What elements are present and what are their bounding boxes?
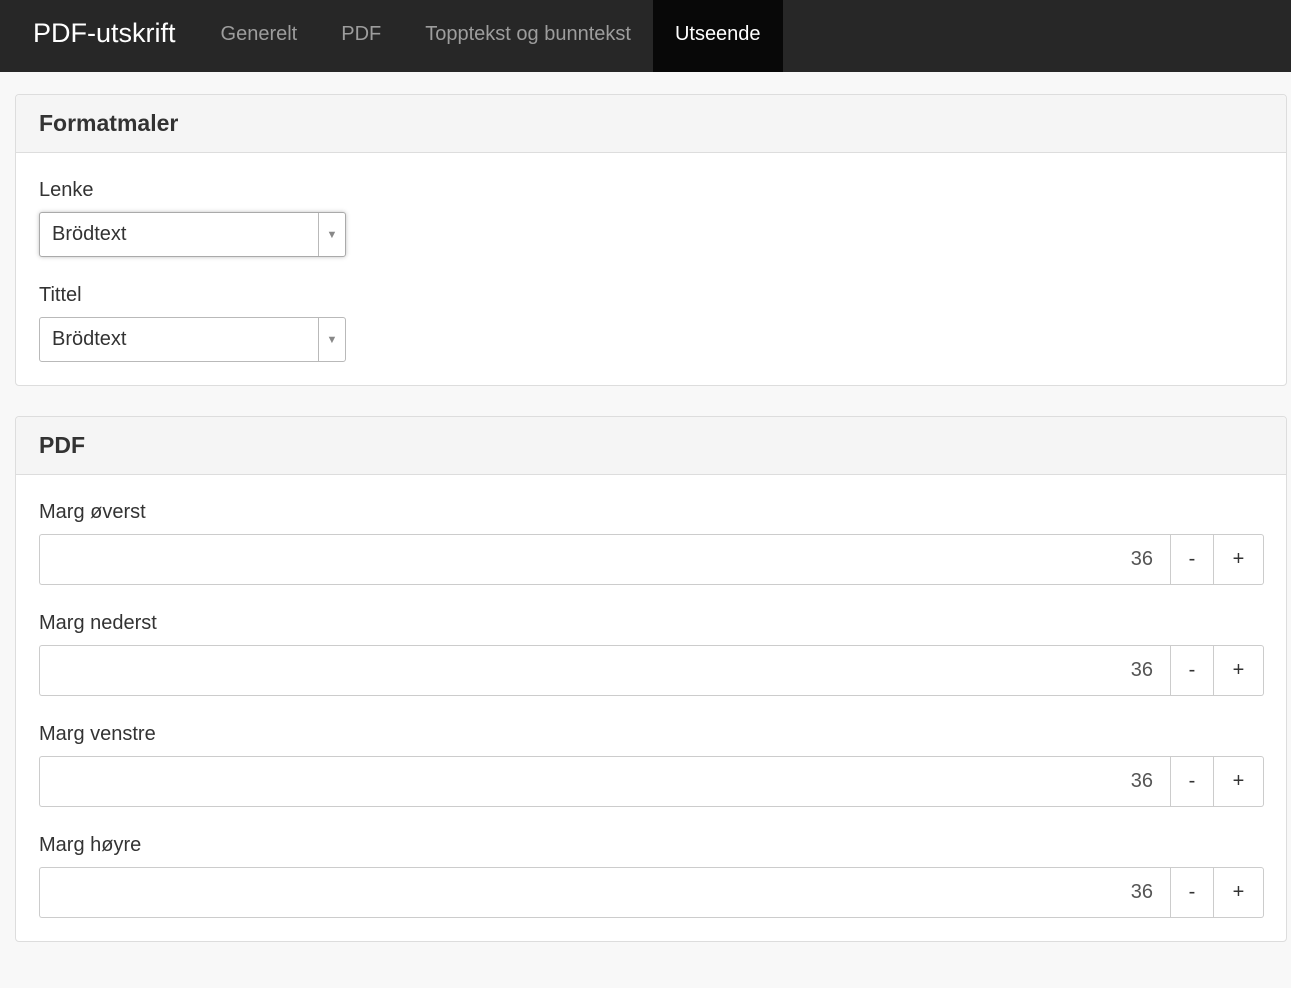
margin-bottom-input[interactable]: 36 — [39, 645, 1170, 696]
tab-utseende[interactable]: Utseende — [652, 0, 783, 72]
styles-panel: Formatmaler Lenke Brödtext ▼ Tittel Bröd… — [15, 94, 1287, 386]
link-style-label: Lenke — [39, 179, 94, 201]
pdf-panel: PDF Marg øverst 36 - + Marg nederst 36 -… — [15, 416, 1287, 942]
margin-top-decrement-button[interactable]: - — [1170, 534, 1214, 585]
margin-bottom-label: Marg nederst — [39, 612, 157, 634]
title-style-label: Tittel — [39, 284, 82, 306]
margin-left-label: Marg venstre — [39, 723, 156, 745]
top-navbar: PDF-utskrift Generelt PDF Topptekst og b… — [0, 0, 1291, 72]
title-style-select[interactable]: Brödtext ▼ — [39, 317, 346, 362]
margin-right-label: Marg høyre — [39, 834, 142, 856]
margin-top-stepper: 36 - + — [39, 534, 1264, 585]
margin-top-label: Marg øverst — [39, 501, 146, 523]
caret-down-icon[interactable]: ▼ — [318, 318, 345, 361]
margin-right-decrement-button[interactable]: - — [1170, 867, 1214, 918]
link-style-select[interactable]: Brödtext ▼ — [39, 212, 346, 257]
caret-down-icon[interactable]: ▼ — [318, 213, 345, 256]
styles-panel-heading: Formatmaler — [16, 95, 1286, 153]
margin-left-increment-button[interactable]: + — [1214, 756, 1264, 807]
margin-left-input[interactable]: 36 — [39, 756, 1170, 807]
margin-top-input[interactable]: 36 — [39, 534, 1170, 585]
margin-right-input[interactable]: 36 — [39, 867, 1170, 918]
margin-bottom-increment-button[interactable]: + — [1214, 645, 1264, 696]
link-style-value: Brödtext — [52, 223, 127, 245]
tab-topptekst-og-bunntekst[interactable]: Topptekst og bunntekst — [403, 0, 653, 72]
margin-right-stepper: 36 - + — [39, 867, 1264, 918]
margin-top-increment-button[interactable]: + — [1214, 534, 1264, 585]
margin-left-decrement-button[interactable]: - — [1170, 756, 1214, 807]
margin-bottom-stepper: 36 - + — [39, 645, 1264, 696]
pdf-panel-heading: PDF — [16, 417, 1286, 475]
title-style-value: Brödtext — [52, 328, 127, 350]
margin-left-stepper: 36 - + — [39, 756, 1264, 807]
margin-bottom-decrement-button[interactable]: - — [1170, 645, 1214, 696]
margin-right-increment-button[interactable]: + — [1214, 867, 1264, 918]
app-title: PDF-utskrift — [33, 17, 176, 48]
tab-generelt[interactable]: Generelt — [199, 0, 320, 72]
tab-pdf[interactable]: PDF — [319, 0, 403, 72]
